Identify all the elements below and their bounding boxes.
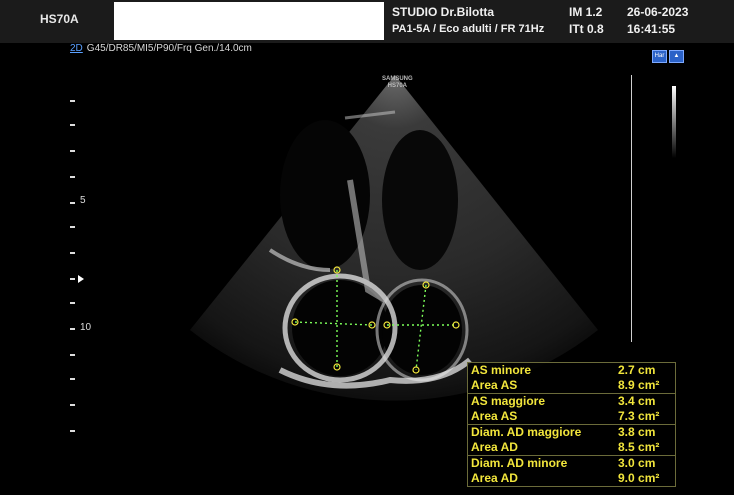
focus-marker-icon[interactable] [78,275,84,283]
measurement-row: Diam. AD maggiore 3.8 cm [471,425,656,439]
exam-time: 16:41:55 [627,22,676,36]
measurement-group: AS minore 2.7 cm Area AS 8.9 cm² [467,362,676,393]
imaging-parameters: 2D G45/DR85/MI5/P90/Frq Gen./14.0cm [70,43,252,54]
measurement-row: AS minore 2.7 cm [471,363,656,377]
top-info-bar: HS70A STUDIO Dr.Bilotta PA1-5A / Eco adu… [0,0,734,43]
settings-text: G45/DR85/MI5/P90/Frq Gen./14.0cm [86,43,252,54]
measurement-row: Area AS 7.3 cm² [471,409,660,423]
measurement-row: Area AS 8.9 cm² [471,378,660,392]
measurement-row: Area AD 8.5 cm² [471,440,660,454]
measurement-group: Diam. AD maggiore 3.8 cm Area AD 8.5 cm² [467,424,676,455]
measurement-group: Diam. AD minore 3.0 cm Area AD 9.0 cm² [467,455,676,487]
depth-label-10: 10 [80,322,92,333]
device-model: HS70A [40,12,79,26]
mode-2d-link[interactable]: 2D [70,43,83,54]
measurements-panel: AS minore 2.7 cm Area AS 8.9 cm² AS maggio… [467,362,676,487]
depth-label-5: 5 [80,195,86,206]
measurement-row: Diam. AD minore 3.0 cm [471,456,656,470]
grayscale-bar [672,86,676,158]
studio-name: STUDIO Dr.Bilotta [392,5,495,19]
time-cursor-line [631,75,632,342]
thermal-index: ITt 0.8 [569,22,604,36]
measurement-row: AS maggiore 3.4 cm [471,394,656,408]
brand-watermark: SAMSUNG HS70A [382,76,413,89]
exam-date: 26-06-2023 [627,5,689,19]
right-ventricle [382,130,458,270]
depth-scale: 5 10 [70,80,100,440]
left-ventricle [280,120,370,270]
patient-info-redacted [114,2,384,40]
probe-info: PA1-5A / Eco adulti / FR 71Hz [392,23,545,35]
measurement-group: AS maggiore 3.4 cm Area AS 7.3 cm² [467,393,676,424]
measurement-row: Area AD 9.0 cm² [471,471,660,485]
mechanical-index: IM 1.2 [569,5,603,19]
